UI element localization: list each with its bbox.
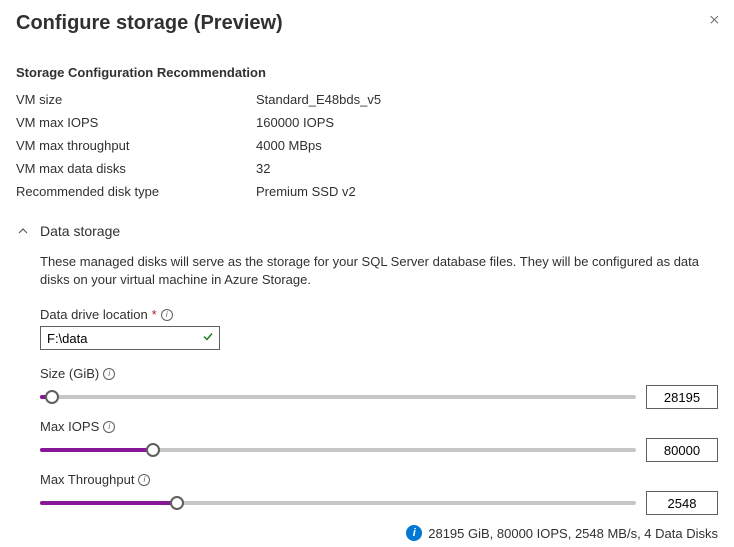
vm-max-throughput-row: VM max throughput 4000 MBps — [16, 138, 718, 153]
vm-max-disks-label: VM max data disks — [16, 161, 256, 176]
info-icon: i — [406, 525, 422, 541]
data-storage-toggle[interactable]: Data storage — [16, 223, 718, 239]
required-asterisk: * — [152, 307, 157, 322]
vm-size-value: Standard_E48bds_v5 — [256, 92, 381, 107]
drive-location-label-text: Data drive location — [40, 307, 148, 322]
vm-max-iops-label: VM max IOPS — [16, 115, 256, 130]
vm-max-iops-row: VM max IOPS 160000 IOPS — [16, 115, 718, 130]
recommendation-section: Storage Configuration Recommendation VM … — [16, 65, 718, 199]
slider-thumb[interactable] — [45, 390, 59, 404]
size-label-text: Size (GiB) — [40, 366, 99, 381]
storage-summary-text: 28195 GiB, 80000 IOPS, 2548 MB/s, 4 Data… — [428, 526, 718, 541]
info-icon[interactable]: i — [138, 474, 150, 486]
data-storage-section: Data storage These managed disks will se… — [16, 223, 718, 541]
max-iops-value-input[interactable] — [646, 438, 718, 462]
max-iops-label: Max IOPS i — [40, 419, 718, 434]
max-iops-label-text: Max IOPS — [40, 419, 99, 434]
max-throughput-label-text: Max Throughput — [40, 472, 134, 487]
vm-max-throughput-value: 4000 MBps — [256, 138, 322, 153]
data-storage-title: Data storage — [40, 223, 120, 239]
vm-max-disks-value: 32 — [256, 161, 270, 176]
recommended-disk-label: Recommended disk type — [16, 184, 256, 199]
drive-location-label: Data drive location * i — [40, 307, 718, 322]
info-icon[interactable]: i — [103, 368, 115, 380]
vm-size-label: VM size — [16, 92, 256, 107]
vm-max-disks-row: VM max data disks 32 — [16, 161, 718, 176]
size-value-input[interactable] — [646, 385, 718, 409]
max-iops-slider[interactable] — [40, 448, 636, 452]
max-throughput-label: Max Throughput i — [40, 472, 718, 487]
page-title: Configure storage (Preview) — [16, 12, 283, 35]
chevron-up-icon — [16, 224, 30, 238]
recommendation-heading: Storage Configuration Recommendation — [16, 65, 718, 80]
size-label: Size (GiB) i — [40, 366, 718, 381]
slider-thumb[interactable] — [170, 496, 184, 510]
checkmark-icon — [202, 331, 214, 346]
info-icon[interactable]: i — [103, 421, 115, 433]
max-throughput-slider[interactable] — [40, 501, 636, 505]
size-slider[interactable] — [40, 395, 636, 399]
info-icon[interactable]: i — [161, 309, 173, 321]
drive-location-input[interactable] — [40, 326, 220, 350]
recommended-disk-row: Recommended disk type Premium SSD v2 — [16, 184, 718, 199]
vm-size-row: VM size Standard_E48bds_v5 — [16, 92, 718, 107]
close-icon[interactable] — [701, 12, 718, 30]
data-storage-description: These managed disks will serve as the st… — [40, 253, 718, 289]
slider-thumb[interactable] — [146, 443, 160, 457]
recommended-disk-value: Premium SSD v2 — [256, 184, 356, 199]
vm-max-iops-value: 160000 IOPS — [256, 115, 334, 130]
max-throughput-value-input[interactable] — [646, 491, 718, 515]
storage-summary: i 28195 GiB, 80000 IOPS, 2548 MB/s, 4 Da… — [40, 525, 718, 541]
vm-max-throughput-label: VM max throughput — [16, 138, 256, 153]
